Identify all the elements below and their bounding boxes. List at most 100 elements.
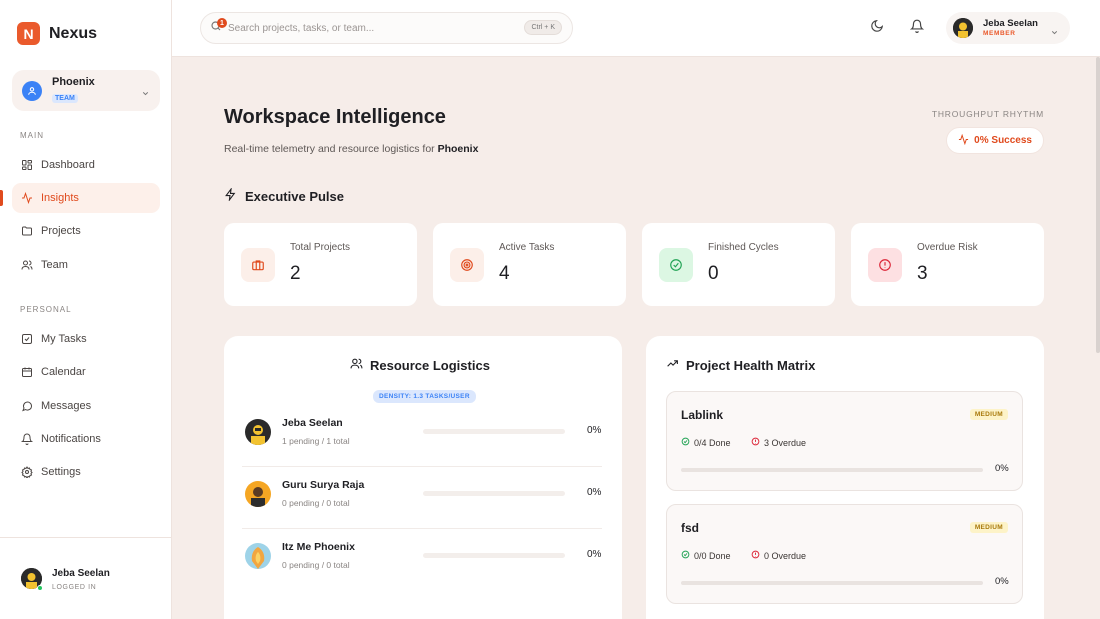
avatar: [245, 419, 271, 445]
brand[interactable]: N Nexus: [17, 22, 97, 45]
user-name: Jeba Seelan: [983, 17, 1038, 29]
project-name: Lablink: [681, 408, 724, 422]
progress-bar: [681, 581, 983, 585]
team-switcher[interactable]: Phoenix TEAM: [12, 70, 160, 111]
sidebar-item-my-tasks[interactable]: My Tasks: [12, 324, 160, 354]
stat-value: 2: [290, 263, 301, 284]
member-task-count: 0 pending / 0 total: [282, 498, 350, 508]
panel-title: Resource Logistics: [350, 357, 490, 373]
sidebar: N Nexus Phoenix TEAM MAIN Dashboard Insi…: [0, 0, 172, 619]
active-indicator: [0, 190, 3, 206]
calendar-icon: [20, 365, 34, 379]
users-icon: [350, 357, 363, 373]
check-circle-icon: [681, 550, 690, 561]
success-rate-text: 0% Success: [974, 135, 1032, 146]
sidebar-item-dashboard[interactable]: Dashboard: [12, 150, 160, 180]
progress-percent: 0%: [587, 487, 602, 498]
theme-toggle-button[interactable]: [868, 19, 886, 37]
progress-bar: [681, 468, 983, 472]
check-circle-icon: [659, 248, 693, 282]
priority-badge: MEDIUM: [969, 522, 1008, 533]
density-badge: DENSITY: 1.3 TASKS/USER: [373, 390, 476, 403]
project-name: fsd: [681, 521, 699, 535]
progress-percent: 0%: [587, 425, 602, 436]
user-menu[interactable]: Jeba Seelan MEMBER: [946, 12, 1070, 44]
overdue-count: 0 Overdue: [751, 550, 806, 561]
sidebar-item-settings[interactable]: Settings: [12, 457, 160, 487]
users-icon: [20, 258, 34, 272]
sidebar-item-label: Settings: [41, 466, 81, 478]
sidebar-item-messages[interactable]: Messages: [12, 391, 160, 421]
priority-badge: MEDIUM: [969, 409, 1008, 420]
page-subtitle: Real-time telemetry and resource logisti…: [224, 143, 478, 155]
sidebar-user-status: LOGGED IN: [52, 584, 97, 591]
stat-value: 3: [917, 263, 928, 284]
nav-section-personal: PERSONAL: [20, 305, 72, 314]
activity-icon: [958, 133, 969, 148]
message-icon: [20, 399, 34, 413]
progress-percent: 0%: [995, 463, 1009, 474]
sidebar-item-team[interactable]: Team: [12, 250, 160, 280]
list-item[interactable]: Guru Surya Raja 0 pending / 0 total 0%: [242, 467, 602, 529]
gear-icon: [20, 465, 34, 479]
sidebar-item-insights[interactable]: Insights: [12, 183, 160, 213]
sidebar-item-label: Messages: [41, 400, 92, 412]
sidebar-item-notifications[interactable]: Notifications: [12, 424, 160, 454]
sidebar-item-label: Notifications: [41, 433, 101, 445]
check-square-icon: [20, 332, 34, 346]
team-user-icon: [22, 80, 42, 101]
section-title-text: Executive Pulse: [245, 188, 344, 204]
bell-icon: [20, 432, 34, 446]
list-item[interactable]: Jeba Seelan 1 pending / 1 total 0%: [242, 405, 602, 467]
stat-card-finished-cycles: Finished Cycles 0: [642, 223, 835, 306]
member-name: Jeba Seelan: [282, 417, 343, 429]
panel-title-text: Project Health Matrix: [686, 357, 816, 373]
folder-icon: [20, 224, 34, 238]
brand-logo: N: [17, 22, 40, 45]
section-title-pulse: Executive Pulse: [224, 187, 344, 204]
notifications-button[interactable]: [908, 19, 926, 37]
user-role: MEMBER: [983, 30, 1016, 37]
main-content: Workspace Intelligence Real-time telemet…: [172, 57, 1100, 619]
activity-icon: [20, 191, 34, 205]
stat-card-total-projects: Total Projects 2: [224, 223, 417, 306]
team-tag: TEAM: [52, 94, 78, 103]
member-name: Itz Me Phoenix: [282, 541, 355, 553]
project-card-lablink[interactable]: Lablink MEDIUM 0/4 Done 3 Overdue 0%: [666, 391, 1023, 491]
stat-label: Total Projects: [290, 242, 351, 253]
topbar: Ctrl + K 1 Jeba Seelan MEMBER: [172, 0, 1100, 57]
avatar: [245, 543, 271, 569]
member-name: Guru Surya Raja: [282, 479, 365, 491]
stat-card-active-tasks: Active Tasks 4: [433, 223, 626, 306]
list-item[interactable]: Itz Me Phoenix 0 pending / 0 total 0%: [242, 529, 602, 591]
subtitle-team: Phoenix: [437, 143, 479, 155]
check-circle-icon: [681, 437, 690, 448]
sidebar-user[interactable]: Jeba Seelan LOGGED IN: [0, 537, 172, 619]
sidebar-item-label: Calendar: [41, 366, 86, 378]
search-shortcut: Ctrl + K: [524, 20, 562, 35]
page-scrollbar[interactable]: [1096, 57, 1100, 353]
member-task-count: 1 pending / 1 total: [282, 436, 350, 446]
moon-icon: [870, 19, 884, 38]
project-health-panel: Project Health Matrix Lablink MEDIUM 0/4…: [646, 336, 1044, 619]
target-icon: [450, 248, 484, 282]
sidebar-item-calendar[interactable]: Calendar: [12, 357, 160, 387]
grid-icon: [20, 158, 34, 172]
search-bar[interactable]: Ctrl + K: [200, 12, 573, 44]
page-title: Workspace Intelligence: [224, 106, 446, 128]
alert-circle-icon: [751, 550, 760, 561]
stat-card-overdue-risk: Overdue Risk 3: [851, 223, 1044, 306]
chevron-down-icon: [141, 85, 150, 103]
notification-badge: 1: [217, 18, 227, 28]
search-input[interactable]: [228, 22, 508, 34]
sidebar-item-projects[interactable]: Projects: [12, 216, 160, 246]
briefcase-icon: [241, 248, 275, 282]
project-card-fsd[interactable]: fsd MEDIUM 0/0 Done 0 Overdue 0%: [666, 504, 1023, 604]
success-rate-badge: 0% Success: [946, 127, 1044, 154]
nav-section-main: MAIN: [20, 131, 44, 140]
avatar: [245, 481, 271, 507]
done-count: 0/4 Done: [681, 437, 731, 448]
bell-icon: [909, 19, 925, 38]
brand-name: Nexus: [49, 24, 98, 42]
subtitle-text: Real-time telemetry and resource logisti…: [224, 143, 435, 155]
